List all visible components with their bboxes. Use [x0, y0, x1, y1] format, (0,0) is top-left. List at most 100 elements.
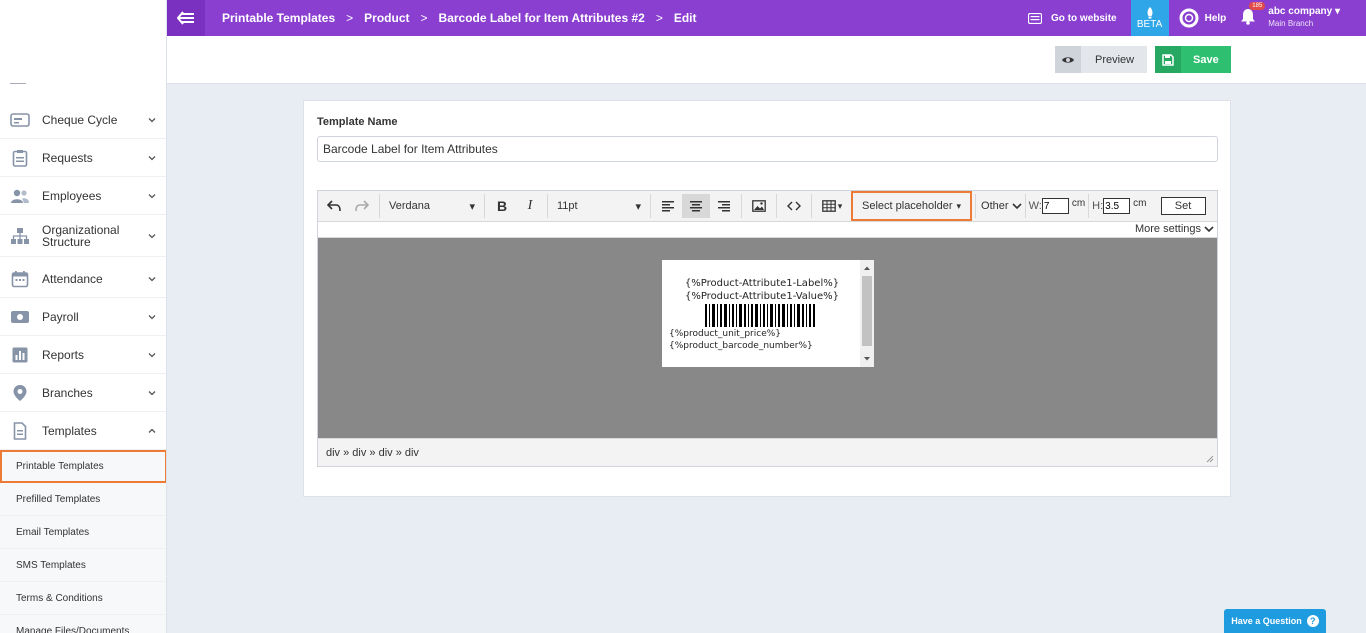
redo-button[interactable]	[348, 194, 376, 218]
sidebar-item-cheque-cycle[interactable]: Cheque Cycle	[0, 101, 166, 139]
more-settings-select[interactable]: More settings	[1135, 223, 1214, 235]
caret-down-icon: ▾	[956, 200, 962, 211]
breadcrumb-separator: >	[346, 11, 354, 25]
back-button[interactable]	[167, 0, 205, 36]
align-left-button[interactable]	[654, 194, 682, 218]
caret-down-icon: ▾	[1334, 6, 1340, 17]
template-name-input[interactable]	[317, 136, 1218, 162]
template-form-card: Template Name Verdana ▾ B I 11pt ▾	[303, 100, 1231, 497]
more-settings-label: More settings	[1134, 223, 1201, 235]
chevron-down-icon	[148, 193, 156, 198]
scroll-up-icon[interactable]	[860, 263, 874, 273]
sidebar-item-employees[interactable]: Employees	[0, 177, 166, 215]
font-family-select[interactable]: Verdana ▾	[383, 194, 481, 218]
org-chart-icon	[10, 227, 30, 245]
have-a-question-widget[interactable]: Have a Question ?	[1224, 609, 1326, 633]
sidebar-item-payroll[interactable]: Payroll	[0, 298, 166, 336]
breadcrumb-printable-templates[interactable]: Printable Templates	[222, 11, 335, 25]
breadcrumb-edit: Edit	[673, 11, 697, 25]
have-a-question-label: Have a Question	[1231, 616, 1302, 626]
breadcrumb-product[interactable]: Product	[364, 11, 409, 25]
collapsed-item-icon	[10, 80, 26, 84]
bar-chart-icon	[10, 346, 30, 364]
italic-icon: I	[527, 198, 533, 213]
users-icon	[10, 187, 30, 205]
calendar-icon	[10, 270, 30, 288]
table-button[interactable]: ▾	[815, 194, 849, 218]
label-scrollbar[interactable]	[860, 260, 874, 367]
sidebar-item-attendance[interactable]: Attendance	[0, 260, 166, 298]
sidebar-item-organizational-structure[interactable]: Organizational Structure	[0, 215, 166, 257]
sub-item-email-templates[interactable]: Email Templates	[0, 516, 166, 549]
toolbar-divider	[776, 194, 777, 218]
help-link[interactable]: Help	[1179, 8, 1226, 28]
undo-button[interactable]	[320, 194, 348, 218]
set-size-button[interactable]: Set	[1160, 197, 1206, 215]
breadcrumb-separator: >	[420, 11, 428, 25]
scrollbar-thumb[interactable]	[862, 276, 872, 346]
bold-button[interactable]: B	[488, 194, 516, 218]
go-to-website-link[interactable]: Go to website	[1028, 12, 1117, 24]
source-code-button[interactable]	[780, 194, 808, 218]
company-name: abc company	[1268, 6, 1333, 17]
sub-item-printable-templates[interactable]: Printable Templates	[0, 450, 166, 483]
font-size-select[interactable]: 11pt ▾	[551, 194, 647, 218]
notifications-button[interactable]: 185	[1240, 2, 1266, 28]
align-center-button[interactable]	[682, 194, 710, 218]
beta-button[interactable]: BETA	[1130, 0, 1169, 36]
insert-image-button[interactable]	[745, 194, 773, 218]
chevron-down-icon	[1204, 226, 1214, 233]
sub-item-prefilled-templates[interactable]: Prefilled Templates	[0, 483, 166, 516]
sidebar-item-requests[interactable]: Requests	[0, 139, 166, 177]
caret-down-icon: ▾	[837, 200, 843, 211]
go-to-website-label: Go to website	[1051, 12, 1117, 24]
unit-price-placeholder: {%product_unit_price%}	[669, 329, 782, 339]
toolbar-divider	[379, 194, 380, 218]
chevron-up-icon	[148, 428, 156, 433]
sidebar-item-label: Templates	[42, 423, 97, 438]
location-pin-icon	[10, 384, 30, 402]
toolbar-divider	[650, 194, 651, 218]
save-label: Save	[1193, 53, 1219, 66]
chevron-down-icon	[148, 117, 156, 122]
sidebar-item-label: Reports	[42, 347, 85, 362]
image-icon	[752, 200, 766, 212]
other-label: Other	[981, 200, 1009, 212]
breadcrumb-separator: >	[655, 11, 663, 25]
breadcrumb-template[interactable]: Barcode Label for Item Attributes #2	[439, 11, 645, 25]
caret-down-icon: ▾	[469, 200, 475, 213]
barcode-image	[705, 304, 815, 327]
sub-item-manage-files[interactable]: Manage Files/Documents	[0, 615, 166, 633]
code-icon	[787, 201, 801, 211]
italic-button[interactable]: I	[516, 194, 544, 218]
height-input[interactable]	[1103, 198, 1131, 214]
resize-handle-icon[interactable]	[1206, 455, 1214, 463]
floppy-disk-icon	[1155, 46, 1181, 73]
font-size-value: 11pt	[557, 200, 578, 212]
barcode-label-preview[interactable]: {%Product-Attribute1-Label%} {%Product-A…	[662, 260, 874, 367]
company-switcher[interactable]: abc company ▾ Main Branch	[1268, 6, 1340, 30]
undo-icon	[327, 200, 341, 212]
preview-button[interactable]: Preview	[1055, 46, 1147, 73]
sub-item-terms-conditions[interactable]: Terms & Conditions	[0, 582, 166, 615]
sidebar-item-templates[interactable]: Templates	[0, 412, 166, 450]
save-button[interactable]: Save	[1155, 46, 1231, 73]
element-path: div » div » div » div	[326, 446, 419, 459]
other-select[interactable]: Other	[981, 200, 1022, 212]
template-name-label: Template Name	[317, 116, 398, 128]
sub-item-sms-templates[interactable]: SMS Templates	[0, 549, 166, 582]
select-placeholder-button[interactable]: Select placeholder ▾	[851, 191, 973, 221]
width-input[interactable]	[1041, 198, 1069, 214]
beta-label: BETA	[1136, 18, 1163, 30]
redo-icon	[355, 200, 369, 212]
height-unit: cm	[1133, 198, 1147, 209]
sidebar-item-branches[interactable]: Branches	[0, 374, 166, 412]
eye-icon	[1055, 46, 1081, 73]
sidebar-item-reports[interactable]: Reports	[0, 336, 166, 374]
chevron-down-icon	[148, 233, 156, 238]
toolbar-divider	[741, 194, 742, 218]
editor-canvas[interactable]: {%Product-Attribute1-Label%} {%Product-A…	[318, 238, 1217, 438]
align-right-button[interactable]	[710, 194, 738, 218]
barcode-number-placeholder: {%product_barcode_number%}	[669, 341, 813, 351]
scroll-down-icon[interactable]	[860, 354, 874, 364]
